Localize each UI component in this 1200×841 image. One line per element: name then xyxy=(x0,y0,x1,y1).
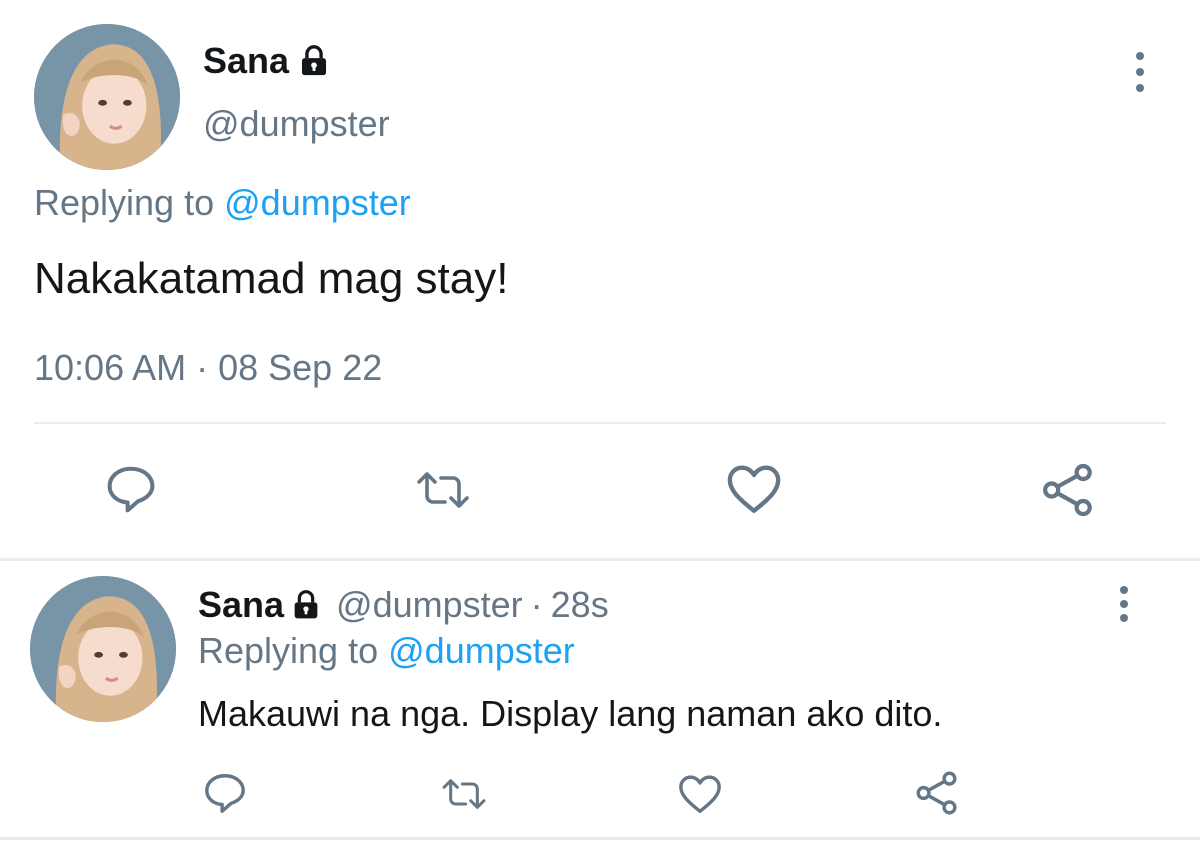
divider xyxy=(34,422,1166,424)
lock-icon xyxy=(302,45,327,76)
lock-icon xyxy=(294,590,318,619)
more-options-icon[interactable] xyxy=(1116,584,1132,628)
share-icon[interactable] xyxy=(914,770,960,816)
replying-mention-link[interactable]: @dumpster xyxy=(224,182,411,223)
reply-icon[interactable] xyxy=(104,462,158,516)
reply-icon[interactable] xyxy=(202,770,248,816)
tweet-text: Makauwi na nga. Display lang naman ako d… xyxy=(198,693,943,734)
reply-header: Sana @dumpster · 28s xyxy=(198,584,609,626)
display-name[interactable]: Sana xyxy=(198,584,284,626)
retweet-icon[interactable] xyxy=(438,774,490,814)
avatar-photo xyxy=(34,24,180,170)
bottom-divider xyxy=(0,837,1200,840)
avatar[interactable] xyxy=(34,24,180,170)
retweet-icon[interactable] xyxy=(412,466,474,514)
display-name[interactable]: Sana xyxy=(203,40,289,82)
replying-to: Replying to @dumpster xyxy=(34,182,411,224)
replying-mention-link[interactable]: @dumpster xyxy=(388,630,575,671)
avatar[interactable] xyxy=(30,576,176,722)
more-options-icon[interactable] xyxy=(1132,50,1148,94)
separator-dot: · xyxy=(530,584,543,625)
replying-to: Replying to @dumpster xyxy=(198,630,575,672)
like-icon[interactable] xyxy=(725,462,783,516)
replying-prefix: Replying to xyxy=(198,630,379,671)
tweet-time-ago[interactable]: 28s xyxy=(551,584,609,626)
main-tweet: Sana @dumpster Replying to @dumpster Nak… xyxy=(0,0,1200,560)
tweet-text: Nakakatamad mag stay! xyxy=(34,254,509,303)
author-name-row: Sana xyxy=(203,40,331,82)
replying-prefix: Replying to xyxy=(34,182,215,223)
tweet-timestamp[interactable]: 10:06 AM · 08 Sep 22 xyxy=(34,347,382,389)
author-handle[interactable]: @dumpster xyxy=(203,103,390,145)
author-handle[interactable]: @dumpster xyxy=(336,584,523,626)
section-divider xyxy=(0,558,1200,561)
like-icon[interactable] xyxy=(677,772,723,816)
share-icon[interactable] xyxy=(1040,462,1096,518)
avatar-photo xyxy=(30,576,176,722)
